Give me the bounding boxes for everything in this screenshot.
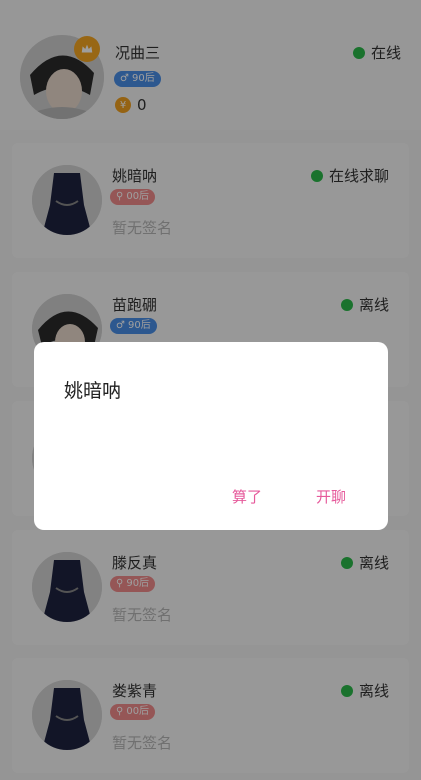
start-chat-button[interactable]: 开聊 xyxy=(316,486,346,507)
dialog-title: 姚暗呐 xyxy=(64,380,122,402)
chat-confirm-dialog: 姚暗呐 算了 开聊 xyxy=(34,342,388,530)
cancel-button[interactable]: 算了 xyxy=(232,486,262,507)
